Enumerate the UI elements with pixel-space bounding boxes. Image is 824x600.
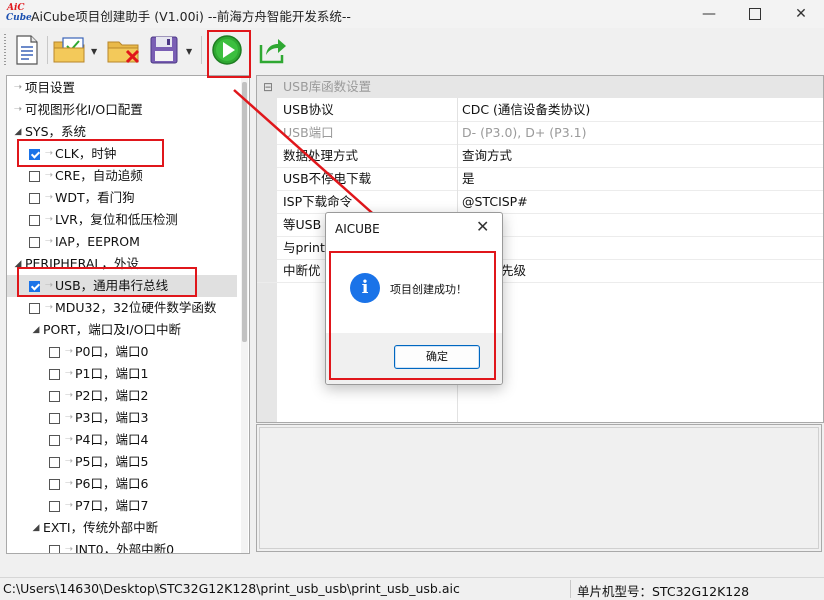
dialog-body: i 项目创建成功！ xyxy=(326,245,502,333)
dialog-close-icon[interactable]: ✕ xyxy=(476,217,489,236)
dialog-message: 项目创建成功！ xyxy=(390,283,467,296)
ok-button[interactable]: 确定 xyxy=(394,345,480,369)
dialog-title: AICUBE xyxy=(335,222,380,236)
dialog-footer: 确定 xyxy=(326,333,502,384)
info-icon: i xyxy=(350,273,380,303)
message-dialog[interactable]: AICUBE ✕ i 项目创建成功！ 确定 xyxy=(325,212,503,385)
